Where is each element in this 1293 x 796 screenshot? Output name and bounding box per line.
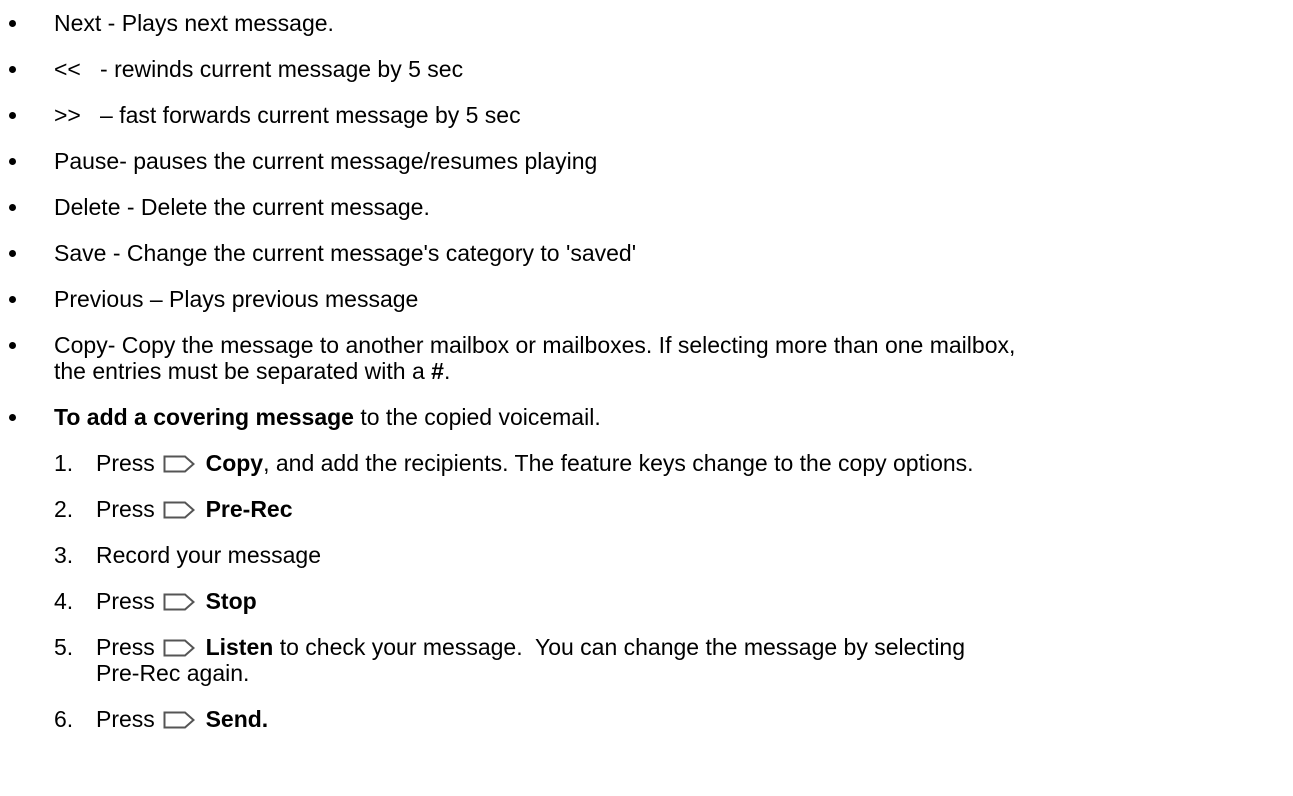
bullet-text: to the copied voicemail. [353, 404, 601, 430]
covering-message-steps: 1. Press Copy, and add the recipients. T… [54, 450, 1293, 732]
bullet-icon [9, 112, 16, 119]
step-item: 2. Press Pre-Rec [0, 496, 1293, 522]
softkey-label: Stop [205, 588, 257, 614]
bullet-text: the entries must be separated with a [54, 358, 432, 384]
bullet-icon [9, 20, 16, 27]
bullet-icon [9, 414, 16, 421]
bullet-text: Pause- pauses the current message/resume… [54, 148, 598, 174]
step-item: 6. Press Send. [0, 706, 1293, 732]
step-text: Record your message [96, 542, 321, 568]
step-text: Press [96, 706, 155, 732]
bullet-icon [9, 250, 16, 257]
bullet-icon [9, 66, 16, 73]
bullet-covering-message: To add a covering message to the copied … [0, 404, 1293, 732]
step-text: Pre-Rec again. [96, 660, 250, 686]
bullet-previous: Previous – Plays previous message [0, 286, 1293, 312]
bullet-text: << - rewinds current message by 5 sec [54, 56, 464, 82]
step-number: 1. [54, 450, 74, 476]
bullet-text: Copy- Copy the message to another mailbo… [54, 332, 1016, 358]
step-number: 6. [54, 706, 74, 732]
bullet-rewind: << - rewinds current message by 5 sec [0, 56, 1293, 82]
bullet-heading: To add a covering message [54, 404, 354, 430]
step-item: 3. Record your message [0, 542, 1293, 568]
softkey-label: Listen [205, 634, 274, 660]
bullet-delete: Delete - Delete the current message. [0, 194, 1293, 220]
bullet-text: >> – fast forwards current message by 5 … [54, 102, 521, 128]
softkey-arrow-icon [163, 501, 196, 519]
softkey-label: Copy [205, 450, 264, 476]
step-number: 3. [54, 542, 74, 568]
softkey-label: Pre-Rec [205, 496, 293, 522]
step-text: Press [96, 588, 155, 614]
bullet-text: Save - Change the current message's cate… [54, 240, 637, 266]
step-number: 2. [54, 496, 74, 522]
bullet-text: . [443, 358, 451, 384]
bullet-text: Previous – Plays previous message [54, 286, 419, 312]
softkey-arrow-icon [163, 639, 196, 657]
softkey-arrow-icon [163, 711, 196, 729]
feature-key-list: Next - Plays next message. << - rewinds … [0, 0, 1293, 732]
bullet-text: Delete - Delete the current message. [54, 194, 430, 220]
step-text: , and add the recipients. The feature ke… [263, 450, 974, 476]
softkey-arrow-icon [163, 455, 196, 473]
step-number: 4. [54, 588, 74, 614]
bullet-icon [9, 342, 16, 349]
bullet-fast-forward: >> – fast forwards current message by 5 … [0, 102, 1293, 128]
softkey-arrow-icon [163, 593, 196, 611]
step-item: 5. Press Listen to check your message. Y… [0, 634, 1293, 686]
bullet-text: Next - Plays next message. [54, 10, 334, 36]
step-item: 4. Press Stop [0, 588, 1293, 614]
step-text: to check your message. You can change th… [273, 634, 966, 660]
bullet-icon [9, 204, 16, 211]
step-number: 5. [54, 634, 74, 660]
softkey-label: Send. [205, 706, 269, 732]
bullet-pause: Pause- pauses the current message/resume… [0, 148, 1293, 174]
step-item: 1. Press Copy, and add the recipients. T… [0, 450, 1293, 476]
hash-symbol: # [431, 358, 444, 384]
bullet-save: Save - Change the current message's cate… [0, 240, 1293, 266]
step-text: Press [96, 450, 155, 476]
bullet-icon [9, 158, 16, 165]
bullet-icon [9, 296, 16, 303]
step-text: Press [96, 496, 155, 522]
bullet-copy: Copy- Copy the message to another mailbo… [0, 332, 1293, 384]
bullet-next: Next - Plays next message. [0, 10, 1293, 36]
step-text: Press [96, 634, 155, 660]
